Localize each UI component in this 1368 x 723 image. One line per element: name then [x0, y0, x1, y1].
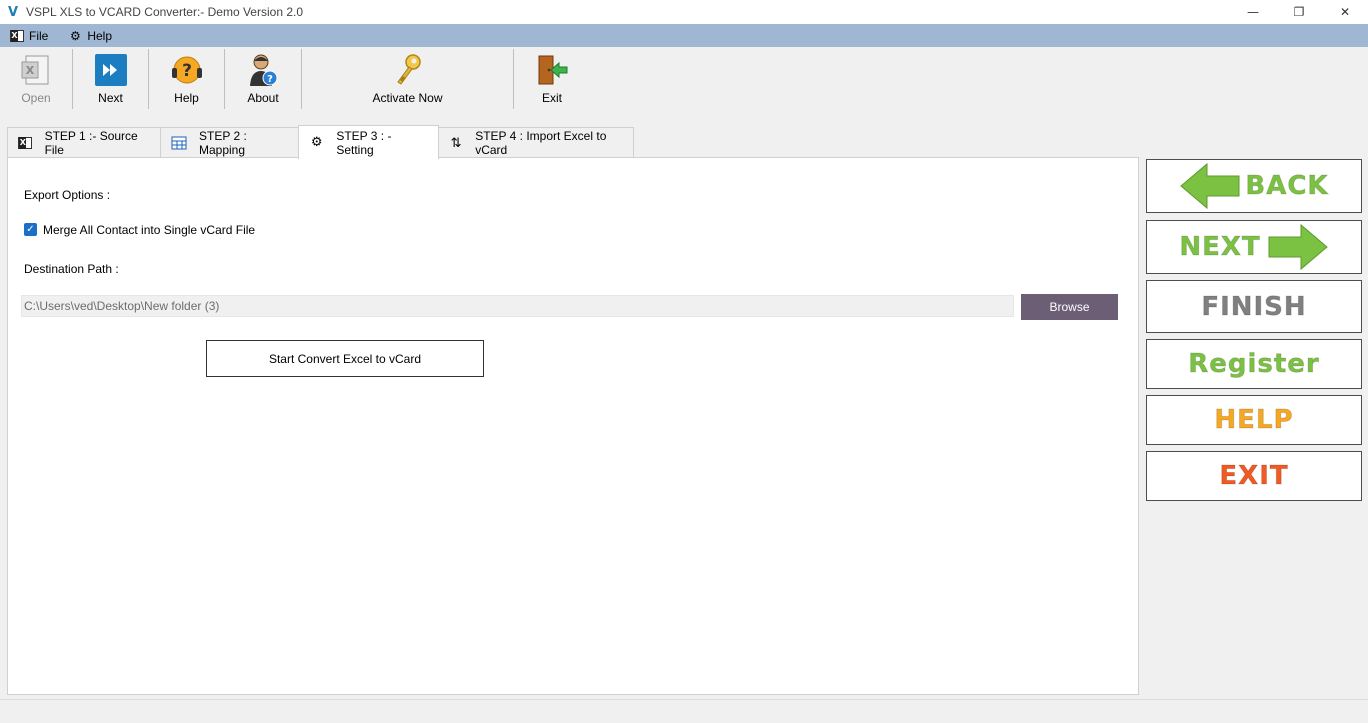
finish-label: FINISH [1201, 291, 1307, 322]
svg-text:X: X [26, 64, 35, 77]
window-controls: — ❐ ✕ [1230, 0, 1368, 24]
help-label: Help [174, 91, 199, 105]
tab-step-2[interactable]: STEP 2 : Mapping [160, 127, 299, 158]
destination-path-input[interactable] [21, 295, 1014, 317]
menu-file-label: File [29, 28, 49, 43]
excel-icon [18, 135, 33, 151]
checkmark-icon: ✓ [26, 224, 35, 235]
exit-side-button[interactable]: EXIT [1146, 451, 1362, 501]
settings-panel: Export Options : ✓ Merge All Contact int… [7, 157, 1139, 695]
menu-help[interactable]: ⚙ Help [58, 24, 122, 47]
exit-label: Exit [541, 91, 562, 105]
tab-step-4[interactable]: ⇅ STEP 4 : Import Excel to vCard [438, 127, 634, 158]
tab-step-2-label: STEP 2 : Mapping [199, 129, 247, 157]
minimize-button[interactable]: — [1230, 0, 1276, 24]
status-bar [0, 699, 1368, 723]
about-label: About [247, 91, 279, 105]
next-button[interactable]: NEXT [1146, 220, 1362, 274]
menu-file[interactable]: File [0, 24, 58, 47]
tab-step-1-label: STEP 1 :- Source File [44, 129, 138, 157]
tab-step-1[interactable]: STEP 1 :- Source File [7, 127, 161, 158]
browse-button[interactable]: Browse [1021, 294, 1118, 320]
step-tabs: STEP 1 :- Source File STEP 2 : Mapping ⚙… [7, 125, 634, 159]
back-button[interactable]: BACK [1146, 159, 1362, 213]
finish-button[interactable]: FINISH [1146, 280, 1362, 333]
mapping-grid-icon [171, 135, 187, 151]
activate-label: Activate Now [372, 91, 443, 105]
back-label: BACK [1245, 171, 1329, 202]
destination-path-label: Destination Path : [24, 262, 119, 276]
gear-icon: ⚙ [69, 28, 81, 43]
help-toolbar-button[interactable]: ? Help [149, 47, 224, 110]
open-label: Open [21, 91, 51, 105]
svg-text:?: ? [182, 61, 192, 81]
next-toolbar-button[interactable]: Next [73, 47, 148, 110]
merge-checkbox-label[interactable]: Merge All Contact into Single vCard File [43, 223, 255, 237]
exit-side-label: EXIT [1219, 461, 1289, 492]
merge-checkbox[interactable]: ✓ [24, 223, 37, 236]
svg-text:?: ? [267, 74, 273, 85]
next-side-label: NEXT [1179, 232, 1261, 263]
next-label: Next [98, 91, 123, 105]
app-logo-icon: V [7, 4, 19, 20]
register-button[interactable]: Register [1146, 339, 1362, 389]
key-icon [391, 53, 425, 87]
next-arrow-icon [1268, 223, 1328, 271]
menu-help-label: Help [87, 28, 113, 43]
exit-toolbar-button[interactable]: Exit [514, 47, 590, 110]
help-side-button[interactable]: HELP [1146, 395, 1362, 445]
tab-step-3[interactable]: ⚙ STEP 3 : - Setting [298, 125, 439, 159]
exit-door-icon [535, 53, 569, 87]
tab-step-4-label: STEP 4 : Import Excel to vCard [475, 129, 607, 157]
about-toolbar-button[interactable]: ? About [225, 47, 301, 110]
start-convert-button[interactable]: Start Convert Excel to vCard [206, 340, 484, 377]
excel-file-icon [10, 29, 24, 43]
register-label: Register [1188, 349, 1320, 380]
import-arrows-icon: ⇅ [450, 135, 462, 151]
settings-gear-icon: ⚙ [310, 135, 323, 150]
fast-forward-icon [94, 53, 128, 87]
export-options-label: Export Options : [24, 188, 111, 202]
title-bar: V VSPL XLS to VCARD Converter:- Demo Ver… [0, 0, 1368, 24]
back-arrow-icon [1180, 162, 1240, 210]
activate-now-button[interactable]: Activate Now [302, 47, 513, 110]
help-headset-icon: ? [170, 53, 204, 87]
excel-open-icon: X [19, 53, 53, 87]
window-title: VSPL XLS to VCARD Converter:- Demo Versi… [26, 5, 304, 19]
tab-step-3-label: STEP 3 : - Setting [336, 128, 392, 157]
close-window-button[interactable]: ✕ [1322, 0, 1368, 24]
restore-button[interactable]: ❐ [1276, 0, 1322, 24]
about-person-icon: ? [246, 53, 280, 87]
menu-bar: File ⚙ Help [0, 24, 1368, 47]
open-button[interactable]: X Open [0, 47, 72, 110]
help-side-label: HELP [1214, 405, 1294, 436]
toolbar: X Open Next ? Help ? About Activate Now … [0, 47, 1368, 110]
